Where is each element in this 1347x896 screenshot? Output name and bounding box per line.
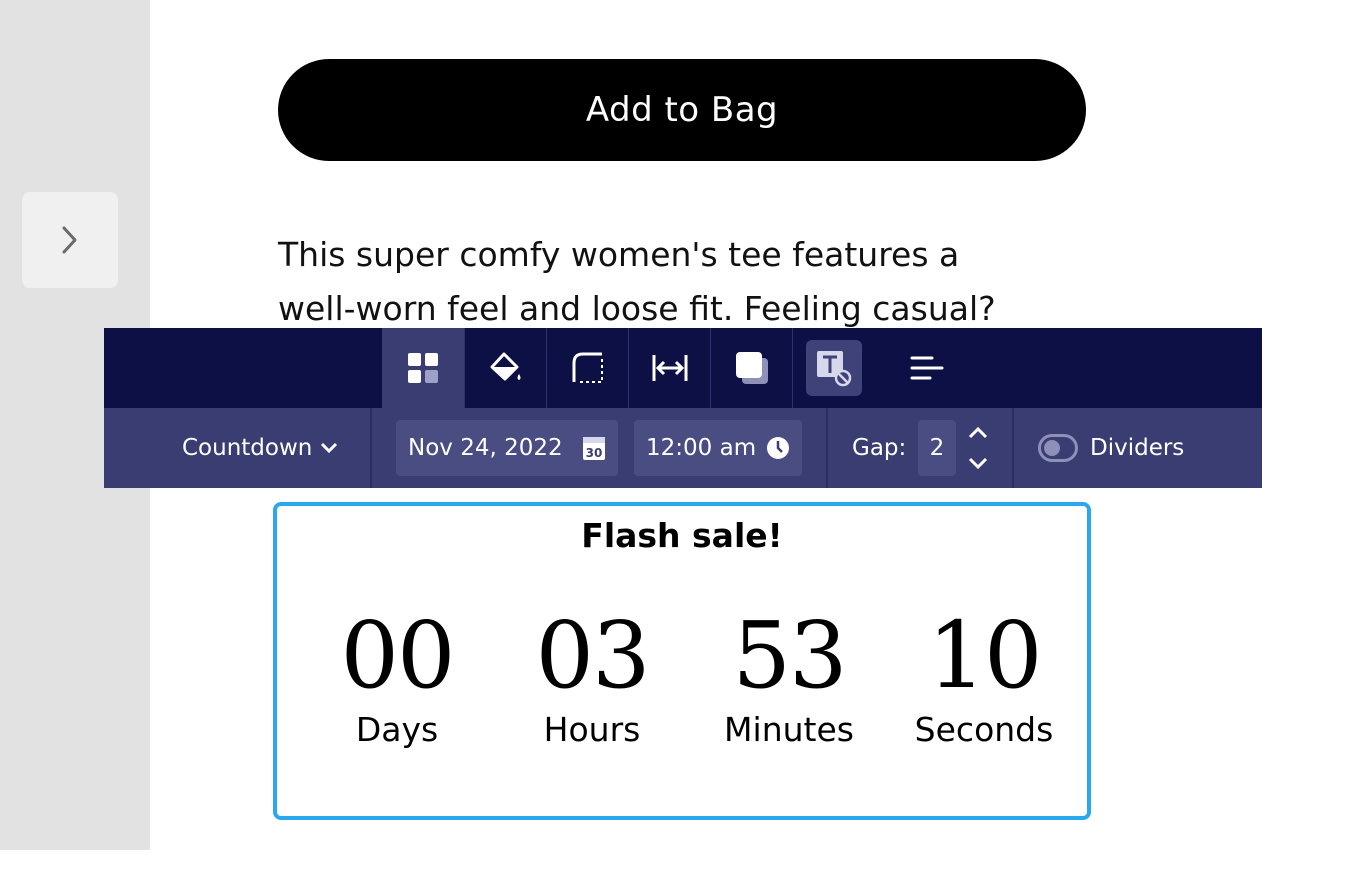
toolbar-settings-row: Countdown Nov 24, 2022 30 12:00 am Gap: … bbox=[104, 408, 1262, 488]
seconds-value: 10 bbox=[927, 602, 1042, 709]
svg-text:30: 30 bbox=[586, 446, 603, 460]
align-tool-button[interactable] bbox=[886, 328, 968, 408]
description-line: This super comfy women's tee features a bbox=[278, 235, 960, 274]
seconds-label: Seconds bbox=[914, 710, 1054, 749]
dividers-label: Dividers bbox=[1090, 435, 1185, 461]
clock-icon bbox=[766, 436, 790, 460]
chevron-down-icon bbox=[321, 442, 338, 454]
gap-input[interactable]: 2 bbox=[918, 420, 956, 476]
toggle-knob bbox=[1044, 440, 1060, 456]
timer-title: Flash sale! bbox=[581, 516, 783, 555]
divider bbox=[1012, 408, 1014, 488]
chevron-right-icon bbox=[62, 226, 77, 254]
corner-radius-tool-button[interactable] bbox=[546, 328, 628, 408]
add-to-bag-button[interactable]: Add to Bag bbox=[278, 59, 1086, 161]
minutes-label: Minutes bbox=[724, 710, 854, 749]
align-icon bbox=[910, 356, 944, 380]
shadow-icon bbox=[735, 352, 768, 384]
chevron-down-icon[interactable] bbox=[967, 456, 989, 470]
countdown-unit-minutes: 53 Minutes bbox=[699, 606, 879, 750]
width-icon bbox=[652, 355, 687, 381]
text-style-off-icon bbox=[816, 351, 851, 387]
time-value: 12:00 am bbox=[646, 435, 757, 461]
mode-label: Countdown bbox=[182, 435, 313, 461]
gap-label: Gap: bbox=[852, 435, 907, 461]
date-field[interactable]: Nov 24, 2022 30 bbox=[396, 420, 618, 476]
fill-tool-button[interactable] bbox=[464, 328, 546, 408]
fill-icon bbox=[490, 352, 520, 381]
countdown-timer[interactable]: Flash sale! 00 Days 03 Hours 53 Minutes … bbox=[273, 502, 1091, 820]
width-tool-button[interactable] bbox=[628, 328, 710, 408]
minutes-value: 53 bbox=[732, 602, 847, 709]
mode-dropdown[interactable]: Countdown bbox=[182, 408, 338, 488]
chevron-up-icon[interactable] bbox=[967, 426, 989, 440]
product-description: This super comfy women's tee features a … bbox=[278, 228, 1098, 336]
layout-tool-button[interactable] bbox=[382, 328, 464, 408]
text-style-chip bbox=[805, 340, 862, 396]
corner-radius-icon bbox=[572, 352, 603, 383]
hours-label: Hours bbox=[543, 710, 641, 749]
days-value: 00 bbox=[340, 602, 455, 709]
layout-icon bbox=[408, 353, 438, 383]
countdown-unit-hours: 03 Hours bbox=[502, 606, 682, 750]
divider bbox=[370, 408, 372, 488]
hours-value: 03 bbox=[535, 602, 650, 709]
dividers-toggle[interactable] bbox=[1038, 434, 1078, 462]
toolbar-tools-row bbox=[104, 328, 1262, 408]
days-label: Days bbox=[355, 710, 439, 749]
date-value: Nov 24, 2022 bbox=[408, 435, 563, 461]
element-toolbar: Countdown Nov 24, 2022 30 12:00 am Gap: … bbox=[104, 328, 1262, 488]
expand-panel-button[interactable] bbox=[22, 192, 118, 288]
gap-stepper[interactable] bbox=[964, 426, 992, 470]
calendar-icon: 30 bbox=[582, 435, 606, 461]
text-style-tool-button[interactable] bbox=[792, 328, 874, 408]
countdown-unit-seconds: 10 Seconds bbox=[894, 606, 1074, 750]
shadow-tool-button[interactable] bbox=[710, 328, 792, 408]
divider bbox=[826, 408, 828, 488]
countdown-unit-days: 00 Days bbox=[307, 606, 487, 750]
time-field[interactable]: 12:00 am bbox=[634, 420, 802, 476]
